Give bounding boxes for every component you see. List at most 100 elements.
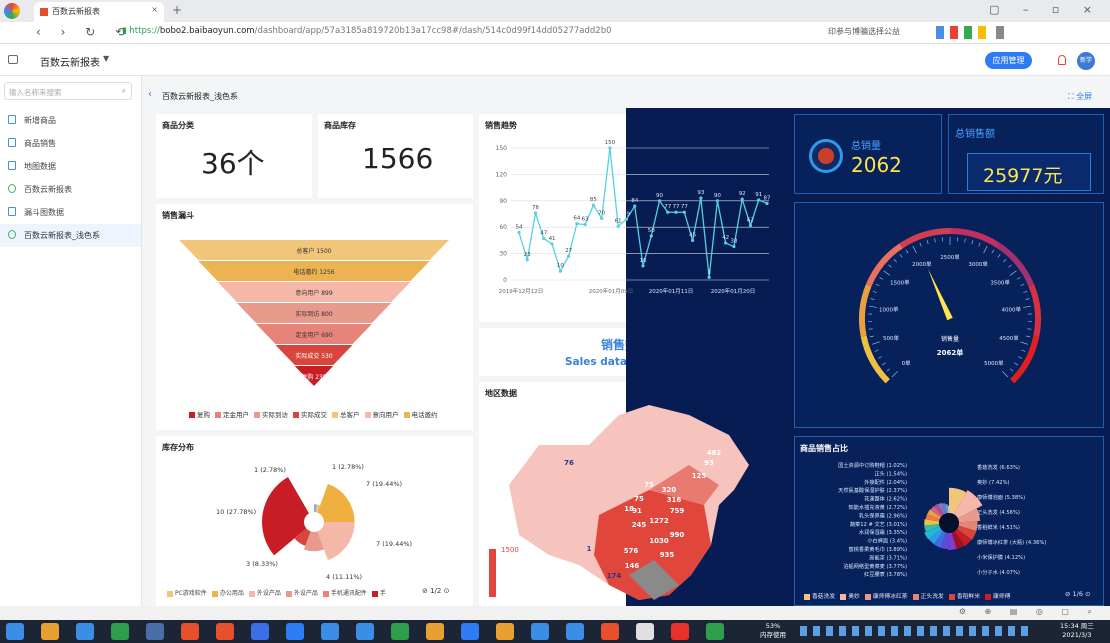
trend-point[interactable] xyxy=(624,217,629,221)
notification-icon[interactable] xyxy=(1058,55,1066,65)
user-avatar[interactable]: 新学 xyxy=(1077,52,1095,70)
sidebar-search-input[interactable]: 输入名称来搜索 ⌕ xyxy=(4,82,132,100)
legend-label[interactable]: 香菇洗发 xyxy=(812,594,835,600)
trend-point[interactable] xyxy=(732,244,736,249)
legend-label[interactable]: 手 xyxy=(380,590,386,597)
map-visual-scale[interactable] xyxy=(489,549,496,597)
extension-icons[interactable] xyxy=(936,26,1101,39)
taskbar-app-icon[interactable] xyxy=(531,623,549,640)
rose-sector[interactable] xyxy=(317,522,355,561)
sidebar-item-report[interactable]: 百数云新报表 xyxy=(0,178,141,201)
taskbar-app-icon[interactable] xyxy=(41,623,59,640)
legend-label[interactable]: 外设产品 xyxy=(294,590,318,597)
taskbar-app-icon[interactable] xyxy=(496,623,514,640)
taskbar-app-icon[interactable] xyxy=(251,623,269,640)
taskbar-app-icon[interactable] xyxy=(6,623,24,640)
nav-buttons[interactable]: ‹ › ↻ ⟲ xyxy=(36,25,133,39)
legend-label[interactable]: PC游戏软件 xyxy=(175,590,207,597)
legend-label[interactable]: 实际到访 xyxy=(262,411,288,419)
trend-point[interactable] xyxy=(575,222,579,226)
trend-point[interactable] xyxy=(724,241,728,245)
taskbar-app-icon[interactable] xyxy=(601,623,619,640)
sidebar-item-funnel[interactable]: 漏斗图数据 xyxy=(0,201,141,224)
taskbar-app-icon[interactable] xyxy=(356,623,374,640)
sidebar-item-sales[interactable]: 商品销售 xyxy=(0,132,141,155)
status-icons[interactable]: ⚙ ⊕ ▤ ◎ ▢ ⌕ xyxy=(959,607,1100,617)
legend-label[interactable]: 电话邀约 xyxy=(412,411,438,419)
fullscreen-button[interactable]: ⛶ 全屏 xyxy=(1068,91,1092,102)
taskbar-app-icon[interactable] xyxy=(111,623,129,640)
trend-point[interactable] xyxy=(600,216,604,220)
window-controls[interactable]: ▢ – ▫ × xyxy=(989,3,1102,16)
trend-point[interactable] xyxy=(682,210,686,214)
taskbar-app-icon[interactable] xyxy=(391,623,409,640)
trend-point[interactable] xyxy=(641,264,645,268)
trend-point[interactable] xyxy=(616,224,620,228)
taskbar-app-icon[interactable] xyxy=(706,623,724,640)
app-title[interactable]: 百数云新报表 xyxy=(40,54,100,69)
legend-label[interactable]: 实际成交 xyxy=(301,411,327,419)
legend-label[interactable]: 奥妙 xyxy=(848,594,860,600)
taskbar-app-icon[interactable] xyxy=(566,623,584,640)
trend-point[interactable] xyxy=(715,199,719,203)
browser-search-box[interactable]: 印参与博骗选择公益 xyxy=(828,26,900,37)
trend-point[interactable] xyxy=(533,211,538,215)
trend-point[interactable] xyxy=(765,201,769,206)
stock-pager[interactable]: ⊘ 1/2 ⊙ xyxy=(422,587,449,595)
collapse-sidebar-icon[interactable]: ‹ xyxy=(148,89,152,100)
trend-point[interactable] xyxy=(633,204,637,208)
taskbar-clock[interactable]: 15:34 周三 2021/3/3 xyxy=(1060,622,1094,640)
taskbar-app-icon[interactable] xyxy=(671,623,689,640)
trend-point[interactable] xyxy=(649,234,653,238)
trend-point[interactable] xyxy=(550,242,554,246)
taskbar-app-icon[interactable] xyxy=(286,623,304,640)
share-pager[interactable]: ⊘ 1/6 ⊙ xyxy=(1065,590,1091,598)
trend-point[interactable] xyxy=(666,210,670,214)
trend-point[interactable] xyxy=(517,230,521,235)
trend-point[interactable] xyxy=(525,258,529,262)
tray-icons[interactable] xyxy=(800,626,1030,636)
app-menu-icon[interactable] xyxy=(8,55,18,64)
taskbar-app-icon[interactable] xyxy=(181,623,199,640)
rose-sector[interactable] xyxy=(317,483,355,522)
trend-point[interactable] xyxy=(657,199,662,203)
legend-label[interactable]: 正头洗发 xyxy=(921,594,944,600)
trend-point[interactable] xyxy=(740,197,744,201)
sidebar-item-new-goods[interactable]: 新增商品 xyxy=(0,109,141,132)
taskbar-app-icon[interactable] xyxy=(76,623,94,640)
taskbar-app-icon[interactable] xyxy=(216,623,234,640)
trend-point[interactable] xyxy=(608,146,612,150)
url-input[interactable]: ▮ https://bobo2.baibaoyun.com/dashboard/… xyxy=(122,26,612,36)
trend-point[interactable] xyxy=(691,238,695,242)
manage-app-button[interactable]: 应用管理 xyxy=(985,52,1032,69)
taskbar-app-icon[interactable] xyxy=(461,623,479,640)
legend-label[interactable]: 外设产品 xyxy=(257,590,281,597)
legend-label[interactable]: 康师傅 xyxy=(993,594,1010,600)
trend-point[interactable] xyxy=(558,269,562,273)
trend-point[interactable] xyxy=(542,237,546,241)
legend-label[interactable]: 意向用户 xyxy=(373,411,399,419)
trend-point[interactable] xyxy=(699,196,703,200)
legend-label[interactable]: 定金用户 xyxy=(223,411,249,419)
sidebar-item-report-light[interactable]: 百数云新报表_浅色系 xyxy=(0,224,141,247)
trend-point[interactable] xyxy=(674,210,678,214)
taskbar-app-icon[interactable] xyxy=(426,623,444,640)
sidebar-item-map[interactable]: 地图数据 xyxy=(0,155,141,178)
legend-label[interactable]: 手机通讯配件 xyxy=(331,590,367,597)
app-title-chevron-icon[interactable]: ▼ xyxy=(103,54,109,63)
trend-point[interactable] xyxy=(567,254,571,258)
legend-label[interactable]: 香稻鲜米 xyxy=(957,594,980,600)
legend-label[interactable]: 康师傅冰红茶 xyxy=(873,594,908,600)
legend-label[interactable]: 复购 xyxy=(197,411,210,419)
trend-point[interactable] xyxy=(583,222,587,227)
legend-label[interactable]: 总客户 xyxy=(340,411,360,419)
legend-label[interactable]: 办公用品 xyxy=(220,590,244,597)
trend-point[interactable] xyxy=(591,203,595,207)
trend-point[interactable] xyxy=(748,223,753,228)
taskbar-app-icon[interactable] xyxy=(636,623,654,640)
trend-point[interactable] xyxy=(757,198,761,202)
trend-point[interactable] xyxy=(707,275,711,279)
browser-tab[interactable]: 百数云新报表 × xyxy=(34,2,164,22)
tab-close-icon[interactable]: × xyxy=(151,5,158,14)
taskbar-app-icon[interactable] xyxy=(321,623,339,640)
